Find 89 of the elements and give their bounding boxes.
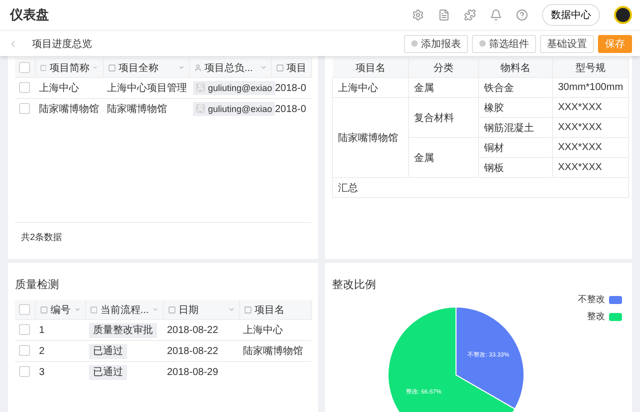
table-cell: 陆家嘴博物馆: [332, 98, 408, 178]
checkbox[interactable]: [19, 304, 30, 315]
column-header: 物料名: [478, 58, 552, 78]
bell-icon[interactable]: [490, 9, 502, 21]
status-tag: 已通过: [89, 365, 127, 380]
user-chip: guliuting@exiao: [193, 102, 276, 116]
column-header[interactable]: 项目总负...: [189, 58, 271, 78]
record-count: 共2条数据: [21, 230, 62, 244]
table-cell: 上海中心: [239, 320, 311, 340]
settings-icon[interactable]: [412, 9, 424, 21]
table-cell: 陆家嘴博物馆: [103, 98, 189, 119]
table-cell: 上海中心: [332, 78, 408, 98]
table-cell: 钢筋混凝土: [478, 118, 552, 138]
table-cell: 上海中心: [35, 78, 103, 98]
field-icon: [276, 64, 284, 72]
field-icon: [244, 306, 252, 314]
caret-icon: [152, 306, 158, 313]
column-header[interactable]: 日期: [163, 300, 239, 320]
checkbox[interactable]: [19, 324, 30, 336]
table-cell: 金属: [408, 138, 478, 178]
table-cell: 陆家嘴博物馆: [239, 340, 311, 362]
data-center-button[interactable]: 数据中心: [542, 4, 600, 26]
column-header: 型号规: [552, 58, 628, 78]
puzzle-icon[interactable]: [464, 9, 476, 21]
checkbox[interactable]: [19, 82, 30, 94]
document-icon[interactable]: [438, 9, 450, 21]
field-icon: [40, 306, 48, 314]
help-icon[interactable]: [516, 9, 528, 21]
table-cell: 复合材料: [408, 98, 478, 138]
table-cell: 上海中心项目管理: [103, 78, 189, 98]
checkbox[interactable]: [19, 103, 30, 114]
legend-label: 不整改: [578, 293, 605, 306]
caret-icon: [228, 306, 234, 313]
table-cell: 2: [35, 340, 85, 362]
table-cell: 2018-08-29: [163, 362, 239, 382]
table-cell: XXX*XXX: [552, 138, 628, 158]
field-icon: [40, 64, 46, 72]
field-icon: [108, 64, 116, 72]
column-header[interactable]: 编号: [35, 300, 85, 320]
user-icon: [196, 104, 205, 114]
toolbar-button[interactable]: 基础设置: [540, 34, 594, 52]
status-tag: 质量整改审批: [89, 323, 157, 338]
checkbox[interactable]: [19, 62, 30, 73]
dashboard-title: 项目进度总览: [32, 38, 93, 50]
column-header[interactable]: 项目全称: [103, 58, 189, 78]
field-icon: [168, 306, 176, 314]
table-cell: XXX*XXX: [552, 98, 628, 118]
column-header: 分类: [408, 58, 478, 78]
checkbox[interactable]: [19, 366, 30, 378]
column-header: 项目名: [332, 58, 408, 78]
toolbar-button[interactable]: 筛选组件: [472, 34, 536, 52]
user-chip: guliuting@exiao: [193, 80, 276, 95]
avatar-icon[interactable]: [614, 6, 632, 24]
caret-icon: [178, 64, 184, 71]
person-icon: [194, 64, 202, 72]
user-icon: [196, 83, 205, 92]
legend-swatch[interactable]: [609, 312, 622, 320]
table-cell: 陆家嘴博物馆: [35, 98, 103, 119]
legend-label: 整改: [587, 310, 605, 323]
summary-cell: 汇总: [332, 178, 628, 198]
toolbar-button[interactable]: 添加报表: [404, 34, 468, 52]
field-icon: [90, 306, 98, 314]
table-cell: 铜材: [478, 138, 552, 158]
legend-swatch[interactable]: [609, 296, 622, 304]
card-title: 整改比例: [332, 278, 377, 292]
table-cell: 2018-0: [271, 78, 311, 98]
caret-icon: [74, 306, 80, 313]
table-cell: 2018-08-22: [163, 320, 239, 340]
table-cell: 橡胶: [478, 98, 552, 118]
table-cell: 30mm*100mm: [552, 78, 628, 98]
caret-icon: [260, 64, 266, 71]
table-cell: 1: [35, 320, 85, 340]
table-cell: 3: [35, 362, 85, 382]
table-cell: XXX*XXX: [552, 118, 628, 138]
column-header[interactable]: 项目简称: [35, 58, 103, 78]
status-tag: 已通过: [89, 344, 127, 359]
table-cell: 2018-0: [271, 98, 311, 119]
table-cell: XXX*XXX: [552, 158, 628, 178]
page-title: 仪表盘: [10, 6, 50, 24]
card-title: 质量检测: [15, 278, 60, 292]
caret-icon: [92, 64, 98, 71]
table-cell: 铁合金: [478, 78, 552, 98]
checkbox[interactable]: [19, 345, 30, 356]
column-header[interactable]: 项目: [271, 58, 311, 78]
table-cell: 钢板: [478, 158, 552, 178]
column-header[interactable]: 当前流程...: [85, 300, 163, 320]
column-header[interactable]: 项目名: [239, 300, 311, 320]
table-cell: 金属: [408, 78, 478, 98]
table-cell: 2018-08-22: [163, 340, 239, 362]
